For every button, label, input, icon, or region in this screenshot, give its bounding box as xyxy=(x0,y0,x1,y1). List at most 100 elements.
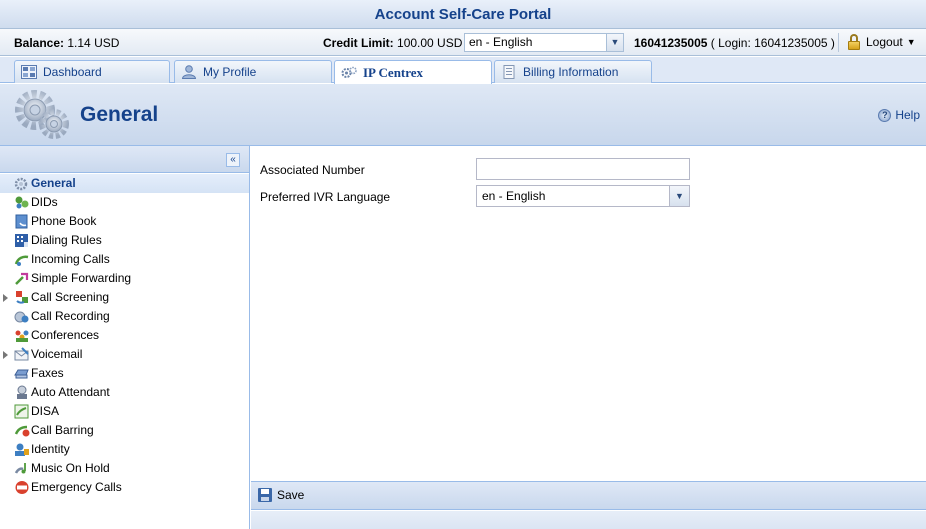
sidebar-item-label: DISA xyxy=(31,404,60,418)
sidebar-item-label: Faxes xyxy=(31,366,64,380)
gears-icon xyxy=(14,177,28,191)
fax-icon xyxy=(14,369,29,379)
incoming-calls-icon xyxy=(14,255,29,266)
sidebar-item-phone-book[interactable]: Phone Book xyxy=(0,212,249,231)
forwarding-icon xyxy=(15,272,29,285)
tab-dashboard-label: Dashboard xyxy=(43,65,102,79)
sidebar-item-label: Call Screening xyxy=(31,290,110,304)
credit-limit-label: Credit Limit: xyxy=(323,36,394,50)
credit-limit-value: 100.00 USD xyxy=(397,36,463,50)
sidebar-item-simple-forwarding[interactable]: Simple Forwarding xyxy=(0,269,249,288)
sidebar-item-label: Call Recording xyxy=(31,309,110,323)
save-button[interactable]: Save xyxy=(258,488,304,502)
sidebar-item-label: Call Barring xyxy=(31,423,94,437)
sidebar-item-faxes[interactable]: Faxes xyxy=(0,364,249,383)
ivr-language-select[interactable]: en - English ▼ xyxy=(476,185,690,207)
portal-title: Account Self-Care Portal xyxy=(374,6,552,23)
sidebar-item-disa[interactable]: DISA xyxy=(0,402,249,421)
ivr-language-value: en - English xyxy=(482,189,546,203)
balance-value: 1.14 USD xyxy=(67,36,120,50)
expand-triangle-icon[interactable] xyxy=(3,351,8,359)
main-content: Associated Number Preferred IVR Language… xyxy=(251,146,926,481)
sidebar-item-dids[interactable]: DIDs xyxy=(0,193,249,212)
conference-icon xyxy=(15,330,29,342)
sidebar-item-identity[interactable]: Identity xyxy=(0,440,249,459)
tab-my-profile[interactable]: My Profile xyxy=(174,60,332,83)
sidebar-item-call-barring[interactable]: Call Barring xyxy=(0,421,249,440)
document-icon xyxy=(503,65,515,79)
account-id: 16041235005 ( Login: 16041235005 ) xyxy=(634,36,835,50)
balance: Balance: 1.14 USD xyxy=(14,36,119,50)
collapse-sidebar-icon[interactable]: « xyxy=(226,153,240,167)
sidebar-item-label: Dialing Rules xyxy=(31,233,102,247)
sidebar-item-label: Voicemail xyxy=(31,347,83,361)
auto-attendant-icon xyxy=(17,385,27,399)
sidebar-item-call-recording[interactable]: Call Recording xyxy=(0,307,249,326)
page-title: General xyxy=(80,103,159,126)
language-select-value: en - English xyxy=(469,35,533,49)
dashboard-icon xyxy=(21,65,37,79)
sidebar-item-label: General xyxy=(31,176,76,190)
sidebar-item-auto-attendant[interactable]: Auto Attendant xyxy=(0,383,249,402)
sidebar-item-label: Emergency Calls xyxy=(31,480,122,494)
sidebar-item-label: DIDs xyxy=(31,195,58,209)
sidebar-item-conferences[interactable]: Conferences xyxy=(0,326,249,345)
sidebar-item-label: Music On Hold xyxy=(31,461,110,475)
voicemail-icon xyxy=(14,347,29,361)
call-screening-icon xyxy=(16,291,28,304)
sidebar-item-label: Auto Attendant xyxy=(31,385,110,399)
portal-title-bar: Account Self-Care Portal xyxy=(0,0,926,29)
tab-billing-information[interactable]: Billing Information xyxy=(494,60,652,83)
sidebar-item-general[interactable]: General xyxy=(0,174,249,193)
sidebar-item-dialing-rules[interactable]: Dialing Rules xyxy=(0,231,249,250)
help-button[interactable]: ? Help xyxy=(878,108,920,122)
tab-ip-centrex-label: IP Centrex xyxy=(363,64,424,80)
user-icon xyxy=(181,65,197,79)
sidebar-item-voicemail[interactable]: Voicemail xyxy=(0,345,249,364)
balance-label: Balance: xyxy=(14,36,65,50)
sidebar-header: « xyxy=(0,146,249,173)
tab-ip-centrex[interactable]: IP Centrex xyxy=(334,60,492,84)
language-select[interactable]: en - English ▼ xyxy=(464,33,624,52)
associated-number-label: Associated Number xyxy=(260,163,365,177)
music-icon xyxy=(14,463,26,474)
account-number: 16041235005 xyxy=(634,36,708,50)
sidebar-item-label: Incoming Calls xyxy=(31,252,110,266)
gears-icon xyxy=(341,66,357,78)
sidebar-item-call-screening[interactable]: Call Screening xyxy=(0,288,249,307)
chevron-down-icon[interactable]: ▼ xyxy=(669,186,689,206)
sidebar-item-incoming-calls[interactable]: Incoming Calls xyxy=(0,250,249,269)
sidebar-item-emergency-calls[interactable]: Emergency Calls xyxy=(0,478,249,497)
form-toolbar: Save xyxy=(251,481,926,510)
phone-book-icon xyxy=(15,214,28,229)
caret-down-icon: ▼ xyxy=(906,37,916,47)
save-icon xyxy=(258,488,272,502)
tab-my-profile-label: My Profile xyxy=(203,65,257,79)
credit-limit: Credit Limit: 100.00 USD xyxy=(323,36,462,50)
tab-dashboard[interactable]: Dashboard xyxy=(14,60,170,83)
emergency-icon xyxy=(15,481,29,494)
main-tabs: Dashboard My Profile IP Centrex Billing … xyxy=(0,57,926,84)
chevron-down-icon[interactable]: ▼ xyxy=(606,34,623,51)
associated-number-input[interactable] xyxy=(476,158,690,180)
ivr-language-label: Preferred IVR Language xyxy=(260,190,391,204)
sidebar: « General DIDs Phone Book Dialing Rules … xyxy=(0,146,250,529)
expand-triangle-icon[interactable] xyxy=(3,294,8,302)
account-info-bar: Balance: 1.14 USD Credit Limit: 100.00 U… xyxy=(0,29,926,56)
help-label: Help xyxy=(895,108,920,122)
call-barring-icon xyxy=(14,425,30,437)
page-header: General ? Help xyxy=(0,84,926,146)
dids-icon xyxy=(15,196,29,209)
bottom-strip xyxy=(251,511,926,529)
sidebar-item-music-on-hold[interactable]: Music On Hold xyxy=(0,459,249,478)
login-text: ( Login: 16041235005 ) xyxy=(710,36,835,50)
identity-icon xyxy=(15,443,29,456)
keypad-icon xyxy=(15,234,28,247)
sidebar-item-label: Phone Book xyxy=(31,214,97,228)
call-recording-icon xyxy=(14,311,29,323)
sidebar-item-label: Simple Forwarding xyxy=(31,271,132,285)
logout-label: Logout xyxy=(866,35,903,49)
logout-button[interactable]: Logout ▼ xyxy=(846,34,916,50)
save-label: Save xyxy=(277,488,305,502)
sidebar-item-label: Conferences xyxy=(31,328,100,342)
